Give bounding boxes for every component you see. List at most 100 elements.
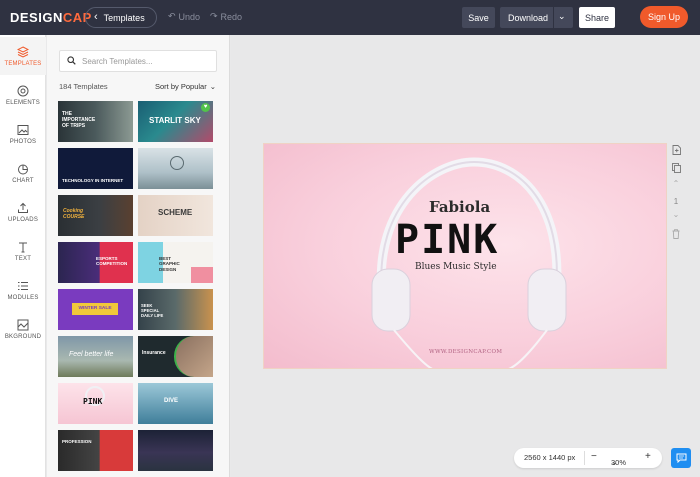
template-thumbnail[interactable]: Insurance [138,336,213,377]
templates-panel: 184 Templates Sort by Popular ⌄ THE IMPO… [47,35,230,477]
search-icon [67,52,76,70]
redo-button[interactable]: ↷ Redo [210,11,242,22]
rail-item-label: TEXT [14,255,32,262]
template-thumbnail[interactable]: Feel better life [58,336,133,377]
search-box [59,50,217,72]
text-icon [17,241,29,253]
save-button[interactable]: Save [462,7,495,28]
thumbnail-text: THE IMPORTANCE OF TRIPS [62,111,96,129]
template-thumbnail[interactable]: WINTER SALE [58,289,133,330]
page-number: 1 [673,197,679,206]
chevron-left-icon: ‹ [94,11,98,23]
template-thumbnail[interactable]: BEST GRAPHIC DESIGN [138,242,213,283]
redo-icon: ↷ [210,11,218,21]
template-thumbnail[interactable]: THE IMPORTANCE OF TRIPS [58,101,133,142]
rail-item-label: CHART [12,177,34,184]
chevron-down-icon: ⌄ [611,458,618,467]
template-thumbnail[interactable]: SCHEME [138,195,213,236]
rail-item-chart[interactable]: CHART [0,154,46,192]
template-thumbnail[interactable]: DIVE [138,383,213,424]
chevron-up-icon[interactable]: ⌃ [670,179,682,188]
heart-icon[interactable]: ♥ [201,103,210,112]
templates-back-button[interactable]: ‹ Templates [85,7,157,28]
signup-button[interactable]: Sign Up [640,6,688,28]
zoom-divider [584,451,585,465]
thumbnail-text: ESPORTS COMPETITION [96,256,128,267]
rail-item-label: PHOTOS [9,138,37,145]
artboard-main-text[interactable]: PINK [395,220,499,260]
template-thumbnail[interactable]: PROFESSION [58,430,133,471]
zoom-out-button[interactable]: − [591,451,597,462]
artboard-subtitle[interactable]: Blues Music Style [415,262,497,272]
chevron-down-icon: ⌄ [209,82,216,91]
rail-item-background[interactable]: BKGROUND [0,310,46,348]
download-button[interactable]: Download ⌄ [500,7,573,28]
template-thumbnail[interactable] [138,430,213,471]
sort-dropdown[interactable]: Sort by Popular ⌄ [155,82,216,91]
background-icon [17,319,29,331]
artboard-title[interactable]: Fabiola [429,198,490,216]
templates-button-label: Templates [103,12,145,23]
search-input[interactable] [82,56,212,66]
thumbnail-text: DIVE [164,398,179,404]
template-thumbnail[interactable]: TECHNOLOGY IN INTERNET [58,148,133,189]
thumbnail-photo [174,336,213,377]
trash-icon[interactable] [670,229,682,241]
rail-item-text[interactable]: TEXT [0,232,46,270]
thumbnail-text: WINTER SALE [72,303,118,315]
thumbnail-text: SCHEME [158,208,193,217]
rail-item-label: ELEMENTS [6,99,40,106]
zoom-in-button[interactable]: + [645,451,651,462]
chat-button[interactable] [671,448,691,468]
thumbnail-text: TECHNOLOGY IN INTERNET [62,178,124,183]
rail-item-label: BKGROUND [4,333,42,340]
artboard-url[interactable]: WWW.DESIGNCAP.COM [429,349,502,355]
rail-item-uploads[interactable]: UPLOADS [0,193,46,231]
template-thumbnail[interactable]: Cooking COURSE [58,195,133,236]
thumbnail-text: STARLIT SKY [149,116,201,125]
rail-item-modules[interactable]: MODULES [0,271,46,309]
thumbnail-text: Feel better life [69,351,114,358]
thumbnail-text: Insurance [142,350,166,356]
undo-button[interactable]: ↶ Undo [168,11,200,22]
thumbnail-text: PROFESSION [62,439,92,444]
elements-icon [17,85,29,97]
thumbnail-text: SEEK SPECIAL DAILY LIFE [141,303,164,319]
list-icon [17,280,29,292]
thumbnail-text: PINK [83,397,103,406]
template-thumbnail[interactable]: PINK [58,383,133,424]
share-button[interactable]: Share [579,7,615,28]
download-divider [553,7,554,28]
undo-label: Undo [178,11,201,22]
chat-icon [676,453,686,463]
undo-icon: ↶ [168,11,176,21]
redo-label: Redo [220,11,243,22]
upload-icon [17,202,29,214]
photo-icon [17,124,29,136]
sort-label: Sort by Popular [155,82,207,91]
design-artboard[interactable]: Fabiola PINK Blues Music Style WWW.DESIG… [263,143,667,369]
rail-item-templates[interactable]: TEMPLATES [0,37,46,75]
download-label: Download [508,12,549,23]
logo[interactable]: DESIGNCAP [10,10,92,25]
add-page-icon[interactable] [670,145,682,157]
template-thumbnail[interactable] [138,148,213,189]
template-thumbnail[interactable]: ESPORTS COMPETITION [58,242,133,283]
template-thumbnail[interactable]: STARLIT SKY ♥ [138,101,213,142]
chevron-down-icon[interactable]: ⌄ [670,210,682,219]
duplicate-page-icon[interactable] [670,163,682,175]
tool-rail: TEMPLATES ELEMENTS PHOTOS CHART UPLOADS … [0,35,46,477]
template-count: 184 Templates [59,82,108,91]
rail-item-label: MODULES [7,294,39,301]
rail-item-photos[interactable]: PHOTOS [0,115,46,153]
thumbnail-decoration [191,267,213,283]
template-thumbnail[interactable]: SEEK SPECIAL DAILY LIFE [138,289,213,330]
thumbnail-text: BEST GRAPHIC DESIGN [159,256,180,272]
thumbnail-text: Cooking COURSE [63,208,85,220]
chevron-down-icon[interactable]: ⌄ [558,11,566,22]
rail-item-elements[interactable]: ELEMENTS [0,76,46,114]
zoom-bar: 2560 x 1440 px − 30% ⌄ + [514,448,662,468]
rail-item-label: UPLOADS [7,216,39,223]
pie-chart-icon [17,163,29,175]
canvas-size-label: 2560 x 1440 px [524,453,576,462]
